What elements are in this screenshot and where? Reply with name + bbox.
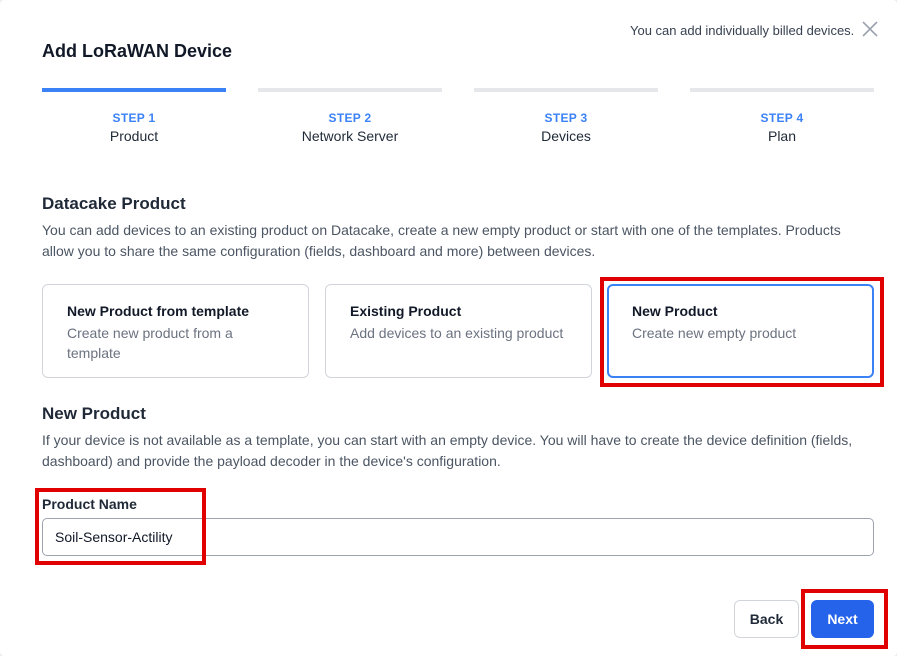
product-name-label: Product Name	[42, 496, 137, 512]
step-number: STEP 4	[760, 111, 804, 125]
new-product-section-title: New Product	[42, 404, 146, 423]
step-progress-bar	[474, 88, 658, 92]
product-section-title: Datacake Product	[42, 194, 186, 213]
step-label: Product	[109, 128, 159, 144]
back-button[interactable]: Back	[734, 600, 799, 638]
next-button[interactable]: Next	[811, 600, 874, 638]
step-label: Devices	[541, 128, 591, 144]
product-name-input[interactable]	[42, 518, 874, 556]
option-card-existing[interactable]: Existing Product Add devices to an exist…	[325, 284, 592, 378]
add-device-modal: You can add individually billed devices.…	[0, 0, 897, 656]
step-label: Plan	[767, 128, 797, 144]
step-number: STEP 3	[544, 111, 588, 125]
step-label: Network Server	[301, 128, 399, 144]
option-title: Existing Product	[350, 303, 462, 319]
step-network-server: STEP 2 Network Server	[258, 88, 442, 144]
option-description: Create new empty product	[632, 325, 797, 341]
close-icon[interactable]	[861, 20, 879, 38]
step-progress-bar	[258, 88, 442, 92]
step-progress-bar	[690, 88, 874, 92]
option-description: Create new product from a template	[67, 325, 233, 361]
step-plan: STEP 4 Plan	[690, 88, 874, 144]
modal-title: Add LoRaWAN Device	[42, 41, 233, 61]
option-card-new-product[interactable]: New Product Create new empty product	[607, 284, 874, 378]
step-progress-bar	[42, 88, 226, 92]
option-title: New Product	[632, 303, 718, 319]
option-description: Add devices to an existing product	[350, 325, 564, 341]
step-number: STEP 2	[328, 111, 372, 125]
step-product: STEP 1 Product	[42, 88, 226, 144]
billing-note: You can add individually billed devices.	[630, 23, 855, 38]
option-title: New Product from template	[67, 303, 250, 319]
step-number: STEP 1	[112, 111, 156, 125]
new-product-section-description: If your device is not available as a tem…	[42, 432, 853, 469]
option-card-template[interactable]: New Product from template Create new pro…	[42, 284, 309, 378]
product-section-description: You can add devices to an existing produ…	[42, 222, 841, 259]
step-devices: STEP 3 Devices	[474, 88, 658, 144]
